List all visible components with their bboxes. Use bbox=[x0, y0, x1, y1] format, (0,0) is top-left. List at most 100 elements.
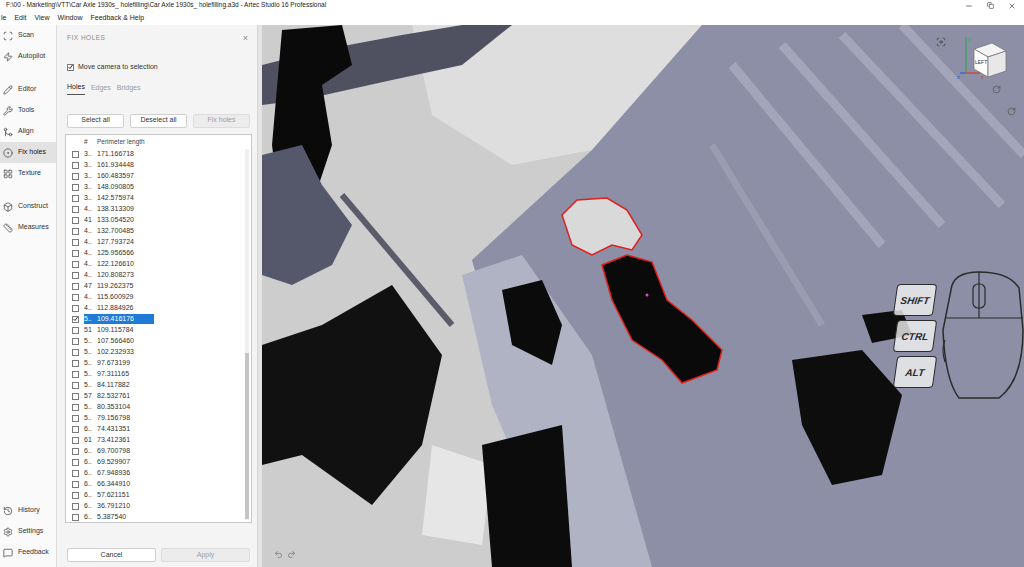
row-checkbox[interactable] bbox=[72, 481, 79, 488]
action-button[interactable]: Deselect all bbox=[130, 114, 187, 128]
row-checkbox[interactable] bbox=[72, 283, 79, 290]
table-row[interactable]: 6173.412361 bbox=[66, 435, 243, 446]
menu-item[interactable]: Feedback & Help bbox=[90, 13, 144, 24]
row-checkbox[interactable] bbox=[72, 217, 79, 224]
restore-icon[interactable] bbox=[987, 2, 994, 9]
table-row[interactable]: 5..84.117882 bbox=[66, 380, 243, 391]
table-row[interactable]: 6..74.431351 bbox=[66, 424, 243, 435]
row-checkbox[interactable] bbox=[72, 195, 79, 202]
table-row[interactable]: 5..107.566460 bbox=[66, 336, 243, 347]
row-checkbox[interactable] bbox=[72, 151, 79, 158]
focus-icon[interactable] bbox=[936, 37, 946, 47]
row-checkbox[interactable] bbox=[72, 437, 79, 444]
table-row[interactable]: 4..138.313309 bbox=[66, 204, 243, 215]
rotate-icon[interactable] bbox=[992, 85, 1001, 94]
scrollbar-thumb[interactable] bbox=[245, 353, 249, 520]
row-checkbox[interactable] bbox=[72, 338, 79, 345]
table-row[interactable]: 6..69.529907 bbox=[66, 457, 243, 468]
row-checkbox[interactable] bbox=[72, 316, 79, 323]
row-checkbox[interactable] bbox=[72, 426, 79, 433]
row-checkbox[interactable] bbox=[72, 294, 79, 301]
sidebar-item[interactable]: Settings bbox=[0, 521, 56, 542]
menu-item[interactable]: View bbox=[35, 13, 50, 24]
row-checkbox[interactable] bbox=[72, 404, 79, 411]
table-row[interactable]: 4..120.808273 bbox=[66, 270, 243, 281]
row-checkbox[interactable] bbox=[72, 250, 79, 257]
table-row[interactable]: 3..160.483597 bbox=[66, 171, 243, 182]
minimize-icon[interactable] bbox=[965, 2, 973, 10]
table-row[interactable]: 4..112.884926 bbox=[66, 303, 243, 314]
footer-button[interactable]: Cancel bbox=[67, 548, 156, 562]
table-row[interactable]: 4..115.600929 bbox=[66, 292, 243, 303]
scrollbar[interactable] bbox=[245, 149, 249, 520]
tab[interactable]: Holes bbox=[67, 82, 85, 95]
menu-item[interactable]: le bbox=[1, 13, 6, 24]
row-checkbox[interactable] bbox=[72, 415, 79, 422]
table-row[interactable]: 5782.532761 bbox=[66, 391, 243, 402]
table-row[interactable]: 5..109.416176 bbox=[66, 314, 243, 325]
redo-icon[interactable] bbox=[287, 550, 296, 559]
table-row[interactable]: 6..66.344910 bbox=[66, 479, 243, 490]
row-checkbox[interactable] bbox=[72, 492, 79, 499]
table-row[interactable]: 6..69.700798 bbox=[66, 446, 243, 457]
move-camera-checkbox[interactable] bbox=[67, 64, 74, 71]
action-button[interactable]: Select all bbox=[67, 114, 124, 128]
menu-item[interactable]: Edit bbox=[14, 13, 26, 24]
row-checkbox[interactable] bbox=[72, 470, 79, 477]
row-checkbox[interactable] bbox=[72, 459, 79, 466]
sidebar-item[interactable]: Align bbox=[0, 121, 56, 142]
row-checkbox[interactable] bbox=[72, 184, 79, 191]
row-checkbox[interactable] bbox=[72, 173, 79, 180]
row-checkbox[interactable] bbox=[72, 272, 79, 279]
table-row[interactable]: 41133.054520 bbox=[66, 215, 243, 226]
view-cube[interactable]: LEFTyxz bbox=[956, 33, 1016, 93]
row-checkbox[interactable] bbox=[72, 327, 79, 334]
table-row[interactable]: 5..97.673199 bbox=[66, 358, 243, 369]
table-row[interactable]: 51109.115784 bbox=[66, 325, 243, 336]
row-checkbox[interactable] bbox=[72, 448, 79, 455]
sidebar-item[interactable]: Tools bbox=[0, 100, 56, 121]
table-row[interactable]: 6..67.948936 bbox=[66, 468, 243, 479]
row-checkbox[interactable] bbox=[72, 239, 79, 246]
table-row[interactable]: 5..79.156798 bbox=[66, 413, 243, 424]
sidebar-item[interactable]: Editor bbox=[0, 79, 56, 100]
row-checkbox[interactable] bbox=[72, 503, 79, 510]
sidebar-item[interactable]: Texture bbox=[0, 163, 56, 184]
table-row[interactable]: 5..102.232933 bbox=[66, 347, 243, 358]
table-row[interactable]: 4..122.126610 bbox=[66, 259, 243, 270]
row-checkbox[interactable] bbox=[72, 360, 79, 367]
row-checkbox[interactable] bbox=[72, 228, 79, 235]
table-row[interactable]: 3..161.934448 bbox=[66, 160, 243, 171]
table-row[interactable]: 5..80.353104 bbox=[66, 402, 243, 413]
undo-icon[interactable] bbox=[274, 550, 283, 559]
row-checkbox[interactable] bbox=[72, 514, 79, 521]
menu-item[interactable]: Window bbox=[58, 13, 83, 24]
sidebar-item[interactable]: History bbox=[0, 500, 56, 521]
footer-button[interactable]: Apply bbox=[161, 548, 250, 562]
row-checkbox[interactable] bbox=[72, 206, 79, 213]
table-row[interactable]: 5..97.311165 bbox=[66, 369, 243, 380]
table-row[interactable]: 3..142.575974 bbox=[66, 193, 243, 204]
table-row[interactable]: 6..57.621151 bbox=[66, 490, 243, 501]
sidebar-item[interactable]: Measures bbox=[0, 217, 56, 238]
sidebar-item[interactable]: Scan bbox=[0, 25, 56, 46]
row-checkbox[interactable] bbox=[72, 261, 79, 268]
sidebar-item[interactable]: Autopilot bbox=[0, 46, 56, 67]
tab[interactable]: Edges bbox=[91, 83, 111, 95]
rotate-icon[interactable] bbox=[1007, 107, 1016, 116]
table-row[interactable]: 3..171.166718 bbox=[66, 149, 243, 160]
table-row[interactable]: 4..125.956566 bbox=[66, 248, 243, 259]
move-camera-option[interactable]: Move camera to selection bbox=[65, 61, 252, 73]
sidebar-item[interactable]: Feedback bbox=[0, 542, 56, 563]
row-checkbox[interactable] bbox=[72, 162, 79, 169]
table-row[interactable]: 6..5.387540 bbox=[66, 512, 243, 523]
action-button[interactable]: Fix holes bbox=[193, 114, 250, 128]
table-row[interactable]: 4..132.700485 bbox=[66, 226, 243, 237]
table-row[interactable]: 4..127.793724 bbox=[66, 237, 243, 248]
table-row[interactable]: 3..148.090805 bbox=[66, 182, 243, 193]
row-checkbox[interactable] bbox=[72, 371, 79, 378]
tab[interactable]: Bridges bbox=[117, 83, 141, 95]
sidebar-item[interactable]: Fix holes bbox=[0, 142, 56, 163]
row-checkbox[interactable] bbox=[72, 349, 79, 356]
3d-viewport[interactable]: LEFTyxzSHIFTCTRLALT bbox=[262, 25, 1024, 567]
